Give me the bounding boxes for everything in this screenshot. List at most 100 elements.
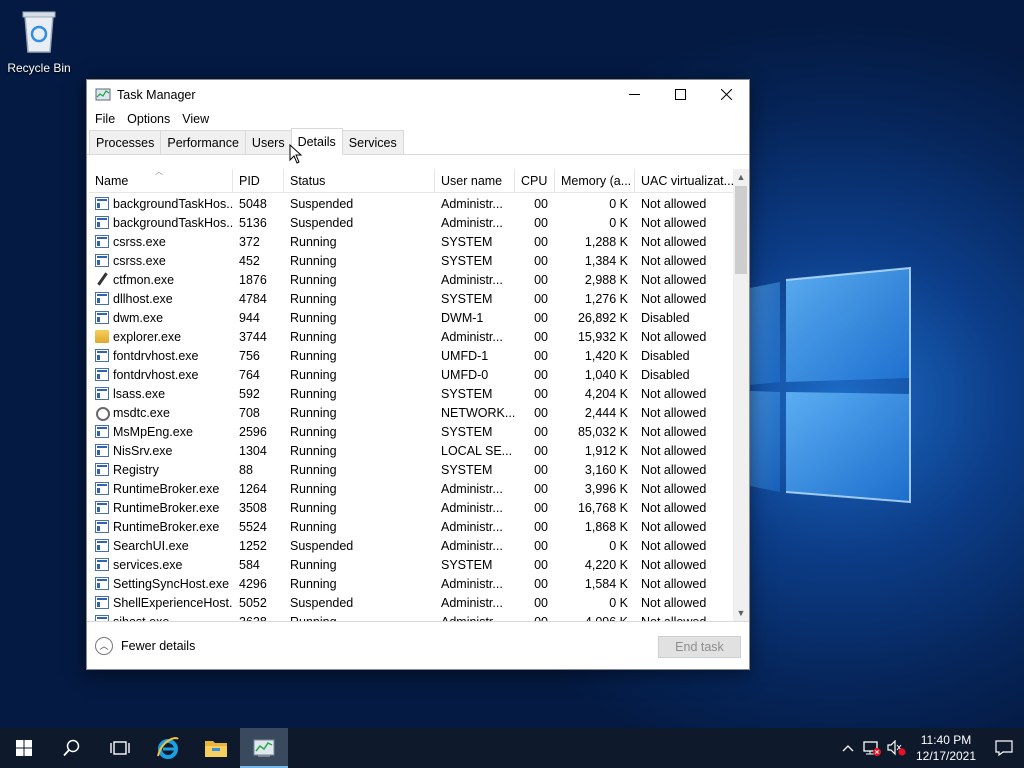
cell-status-text: Running xyxy=(290,481,337,496)
cell-memory: 3,996 K xyxy=(555,479,635,498)
action-center-button[interactable] xyxy=(984,740,1024,756)
cell-uac-text: Disabled xyxy=(641,348,690,363)
table-row[interactable]: explorer.exe 3744 Running Administr... 00 15,… xyxy=(89,327,735,346)
task-manager-taskbar-icon xyxy=(253,739,275,757)
clock[interactable]: 11:40 PM 12/17/2021 xyxy=(908,732,984,764)
cell-status: Running xyxy=(284,498,435,517)
cell-user-name: DWM-1 xyxy=(435,308,515,327)
cell-pid-text: 756 xyxy=(239,348,260,363)
fewer-details-button[interactable]: ︿ Fewer details xyxy=(95,636,195,655)
tab-performance[interactable]: Performance xyxy=(160,130,246,154)
cell-cpu-text: 00 xyxy=(534,253,548,268)
table-row[interactable]: Registry 88 Running SYSTEM 00 3,160 K Not allo… xyxy=(89,460,735,479)
scroll-up-arrow-icon[interactable]: ▲ xyxy=(733,169,749,185)
table-row[interactable]: fontdrvhost.exe 764 Running UMFD-0 00 1,040 K… xyxy=(89,365,735,384)
app-window-icon xyxy=(95,501,109,514)
cell-cpu-text: 00 xyxy=(534,367,548,382)
cell-cpu: 00 xyxy=(515,194,555,213)
table-row[interactable]: RuntimeBroker.exe 1264 Running Administr...… xyxy=(89,479,735,498)
network-status-button[interactable] xyxy=(860,740,884,756)
cell-pid-text: 584 xyxy=(239,557,260,572)
end-task-button[interactable]: End task xyxy=(658,636,741,658)
cell-pid-text: 1876 xyxy=(239,272,267,287)
column-header-memory[interactable]: Memory (a... xyxy=(555,169,635,193)
table-row[interactable]: RuntimeBroker.exe 3508 Running Administr...… xyxy=(89,498,735,517)
table-row[interactable]: backgroundTaskHos... 5048 Suspended Adminis… xyxy=(89,194,735,213)
network-disconnected-icon xyxy=(863,741,881,756)
table-row[interactable]: NisSrv.exe 1304 Running LOCAL SE... 00 1,912 … xyxy=(89,441,735,460)
maximize-button[interactable] xyxy=(657,80,703,109)
table-row[interactable]: fontdrvhost.exe 756 Running UMFD-1 00 1,420 K… xyxy=(89,346,735,365)
file-explorer-taskbar-button[interactable] xyxy=(192,728,240,768)
column-header-pid[interactable]: PID xyxy=(233,169,284,193)
cell-pid-text: 4784 xyxy=(239,291,267,306)
task-view-button[interactable] xyxy=(96,728,144,768)
cell-status-text: Running xyxy=(290,519,337,534)
menu-view[interactable]: View xyxy=(180,112,215,126)
cell-cpu: 00 xyxy=(515,498,555,517)
table-row[interactable]: ShellExperienceHost.... 5052 Suspended Admi… xyxy=(89,593,735,612)
cell-pid: 764 xyxy=(233,365,284,384)
cell-user-name-text: UMFD-1 xyxy=(441,348,489,363)
cell-pid-text: 708 xyxy=(239,405,260,420)
cell-status: Running xyxy=(284,612,435,622)
column-header-user-name[interactable]: User name xyxy=(435,169,515,193)
tab-processes[interactable]: Processes xyxy=(89,130,162,154)
folder-icon xyxy=(95,330,109,343)
cell-user-name: Administr... xyxy=(435,593,515,612)
table-row[interactable]: csrss.exe 452 Running SYSTEM 00 1,384 K Not al… xyxy=(89,251,735,270)
cell-uac: Disabled xyxy=(635,365,735,384)
tab-users[interactable]: Users xyxy=(244,130,292,154)
search-button[interactable] xyxy=(48,728,96,768)
show-hidden-icons-button[interactable] xyxy=(836,744,860,752)
scrollbar-thumb[interactable] xyxy=(735,186,747,274)
table-row[interactable]: csrss.exe 372 Running SYSTEM 00 1,288 K Not al… xyxy=(89,232,735,251)
volume-button[interactable] xyxy=(884,740,908,756)
scroll-down-arrow-icon[interactable]: ▼ xyxy=(733,605,749,621)
start-button[interactable] xyxy=(0,728,48,768)
cell-name: RuntimeBroker.exe xyxy=(89,479,233,498)
table-row[interactable]: SearchUI.exe 1252 Suspended Administr... 00 0… xyxy=(89,536,735,555)
column-header-status[interactable]: Status xyxy=(284,169,435,193)
internet-explorer-taskbar-button[interactable] xyxy=(144,728,192,768)
minimize-button[interactable] xyxy=(611,80,657,109)
table-row[interactable]: MsMpEng.exe 2596 Running SYSTEM 00 85,032 K No… xyxy=(89,422,735,441)
column-header-cpu[interactable]: CPU xyxy=(515,169,555,193)
cell-user-name: NETWORK... xyxy=(435,403,515,422)
cell-user-name: Administr... xyxy=(435,574,515,593)
table-row[interactable]: dwm.exe 944 Running DWM-1 00 26,892 K Disabled xyxy=(89,308,735,327)
column-header-uac[interactable]: UAC virtualizat... xyxy=(635,169,735,193)
table-row[interactable]: RuntimeBroker.exe 5524 Running Administr...… xyxy=(89,517,735,536)
cell-status-text: Running xyxy=(290,253,337,268)
tab-services[interactable]: Services xyxy=(341,130,404,154)
cell-cpu: 00 xyxy=(515,612,555,622)
cell-name-text: lsass.exe xyxy=(113,386,166,401)
task-manager-taskbar-button[interactable] xyxy=(240,728,288,768)
cell-memory-text: 1,584 K xyxy=(584,576,628,591)
cell-status: Running xyxy=(284,384,435,403)
table-row[interactable]: msdtc.exe 708 Running NETWORK... 00 2,444 K No… xyxy=(89,403,735,422)
cell-user-name: Administr... xyxy=(435,498,515,517)
cell-user-name: LOCAL SE... xyxy=(435,441,515,460)
menu-options[interactable]: Options xyxy=(125,112,176,126)
table-row[interactable]: services.exe 584 Running SYSTEM 00 4,220 K Not… xyxy=(89,555,735,574)
cell-status-text: Running xyxy=(290,234,337,249)
table-row[interactable]: lsass.exe 592 Running SYSTEM 00 4,204 K Not al… xyxy=(89,384,735,403)
close-button[interactable] xyxy=(703,80,749,109)
title-bar[interactable]: Task Manager xyxy=(87,80,749,109)
cell-pid: 1264 xyxy=(233,479,284,498)
cell-user-name: SYSTEM xyxy=(435,232,515,251)
recycle-bin-desktop-icon[interactable]: Recycle Bin xyxy=(4,8,74,75)
vertical-scrollbar[interactable]: ▲ ▼ xyxy=(733,169,749,621)
cell-uac-text: Not allowed xyxy=(641,595,707,610)
table-row[interactable]: dllhost.exe 4784 Running SYSTEM 00 1,276 K Not… xyxy=(89,289,735,308)
cell-user-name-text: Administr... xyxy=(441,481,503,496)
menu-file[interactable]: File xyxy=(93,112,121,126)
table-row[interactable]: sihost.exe3628RunningAdministr...004,096… xyxy=(89,612,735,621)
cell-user-name-text: Administr... xyxy=(441,196,503,211)
table-row[interactable]: backgroundTaskHos... 5136 Suspended Adminis… xyxy=(89,213,735,232)
table-row[interactable]: SettingSyncHost.exe 4296 Running Administr.… xyxy=(89,574,735,593)
internet-explorer-icon xyxy=(157,737,179,759)
cell-uac-text: Disabled xyxy=(641,310,690,325)
table-row[interactable]: ctfmon.exe 1876 Running Administr... 00 2,988… xyxy=(89,270,735,289)
